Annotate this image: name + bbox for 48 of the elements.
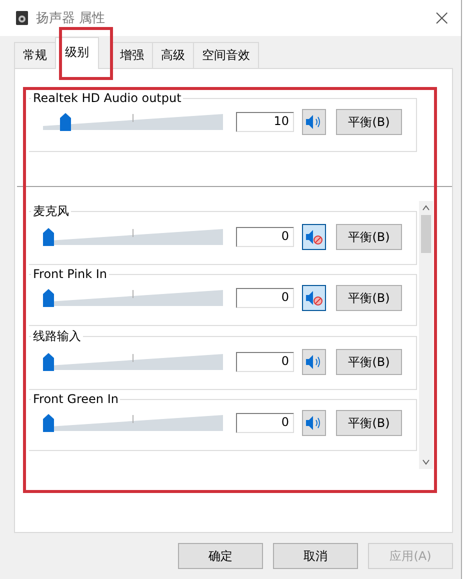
volume-slider[interactable] <box>43 288 223 308</box>
scroll-thumb[interactable] <box>421 215 431 253</box>
balance-button[interactable]: 平衡(B) <box>336 410 402 436</box>
mute-button[interactable] <box>302 224 326 250</box>
dialog-button[interactable]: 确定 <box>178 543 263 569</box>
close-button[interactable]: × <box>432 6 451 30</box>
speaker-icon <box>305 290 323 306</box>
speaker-icon <box>305 354 323 370</box>
speaker-icon <box>305 229 323 245</box>
speaker-icon <box>305 114 323 130</box>
balance-button[interactable]: 平衡(B) <box>336 349 402 375</box>
tab[interactable]: 空间音效 <box>193 42 259 68</box>
channel-name: 线路输入 <box>32 328 82 345</box>
slider-thumb[interactable] <box>43 228 54 246</box>
scrollbar[interactable] <box>419 201 433 469</box>
volume-slider[interactable] <box>43 227 223 247</box>
highlight-frame <box>59 27 113 80</box>
slider-thumb[interactable] <box>43 353 54 371</box>
balance-button[interactable]: 平衡(B) <box>336 224 402 250</box>
scroll-down-icon[interactable] <box>422 459 430 465</box>
mute-button[interactable] <box>302 285 326 311</box>
mute-button[interactable] <box>302 410 326 436</box>
volume-slider[interactable] <box>43 352 223 372</box>
channel-name: Front Pink In <box>32 267 108 281</box>
slider-thumb[interactable] <box>43 289 54 307</box>
speaker-icon <box>305 415 323 431</box>
level-field[interactable]: 0 <box>236 413 294 433</box>
tab[interactable]: 常规 <box>14 42 56 68</box>
volume-slider[interactable] <box>43 413 223 433</box>
balance-button[interactable]: 平衡(B) <box>336 109 402 135</box>
level-field[interactable]: 10 <box>236 112 294 132</box>
dialog-button[interactable]: 取消 <box>273 543 358 569</box>
volume-slider[interactable] <box>43 112 223 132</box>
mute-button[interactable] <box>302 349 326 375</box>
scroll-up-icon[interactable] <box>422 205 430 211</box>
slider-thumb[interactable] <box>60 113 71 131</box>
speaker-icon <box>16 11 28 25</box>
level-field[interactable]: 0 <box>236 288 294 308</box>
balance-button[interactable]: 平衡(B) <box>336 285 402 311</box>
slider-thumb[interactable] <box>43 414 54 432</box>
tab[interactable]: 级别 <box>55 37 99 69</box>
level-field[interactable]: 0 <box>236 352 294 372</box>
channel-name: Front Green In <box>32 392 120 406</box>
channel-name: Realtek HD Audio output <box>32 91 182 105</box>
channel-name: 麦克风 <box>32 203 70 220</box>
window-title: 扬声器 属性 <box>36 10 106 27</box>
level-field[interactable]: 0 <box>236 227 294 247</box>
mute-button[interactable] <box>302 109 326 135</box>
